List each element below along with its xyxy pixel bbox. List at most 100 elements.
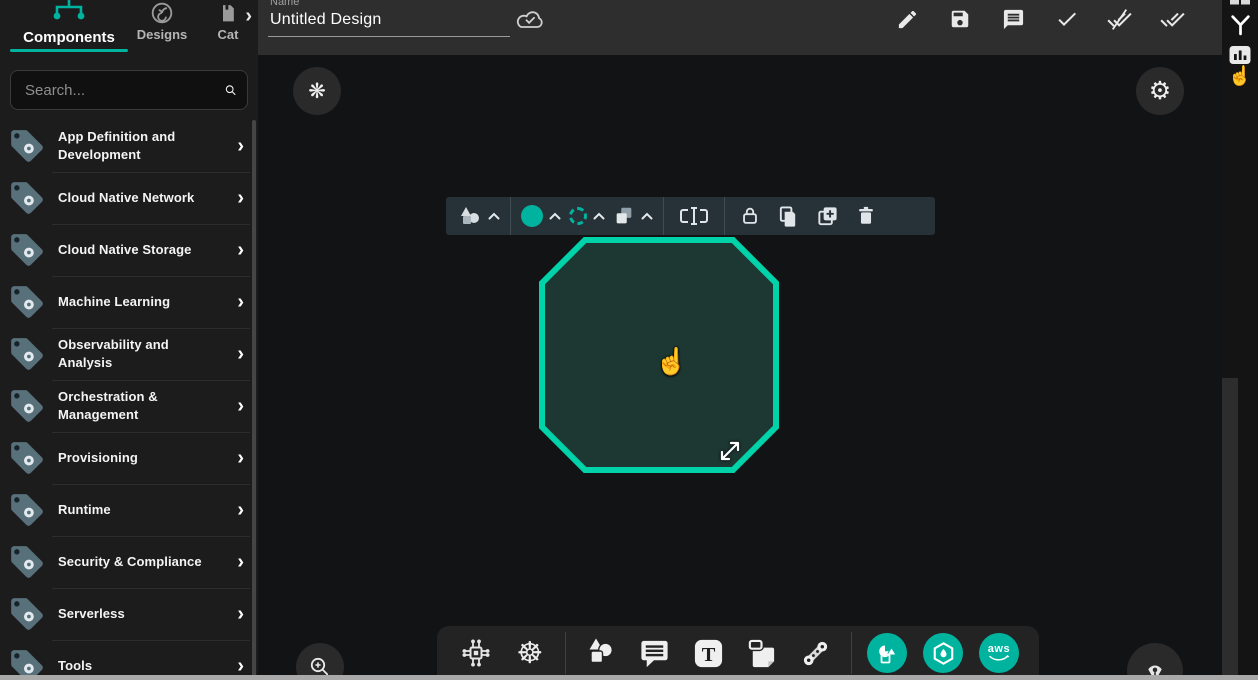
components-icon: [49, 0, 89, 23]
sidebar-category-item[interactable]: Cloud Native Storage ›: [0, 224, 258, 276]
aws-library-button[interactable]: aws: [979, 633, 1019, 673]
components-graph-tool[interactable]: [457, 633, 495, 673]
sidebar-category-item[interactable]: Provisioning ›: [0, 432, 258, 484]
dock-divider: [565, 632, 566, 674]
hexagon-library-button[interactable]: [923, 633, 963, 673]
category-label: Security & Compliance: [58, 553, 225, 571]
touch-interact-icon[interactable]: ☝: [1222, 64, 1258, 88]
hexagon-logo-icon: [931, 641, 956, 666]
category-label: App Definition and Development: [58, 128, 225, 164]
delete-button[interactable]: [851, 205, 881, 227]
merge-y-icon[interactable]: [1222, 13, 1258, 38]
category-label: Runtime: [58, 501, 225, 519]
design-name-input[interactable]: [268, 8, 510, 37]
sidebar-category-item[interactable]: Tools ›: [0, 640, 258, 680]
right-rail: ☝: [1222, 0, 1258, 680]
canvas[interactable]: ❋ ⚙: [258, 55, 1222, 680]
search-icon: [224, 79, 237, 101]
chevron-up-icon: [488, 212, 500, 220]
svg-text:T: T: [701, 643, 715, 665]
kubernetes-wheel-icon: ☸: [516, 636, 543, 671]
category-label: Serverless: [58, 605, 225, 623]
sidebar-category-item[interactable]: Cloud Native Network ›: [0, 172, 258, 224]
resize-handle-arrow-icon[interactable]: [717, 438, 743, 464]
link-tool[interactable]: [797, 633, 835, 673]
sidebar-category-item[interactable]: Machine Learning ›: [0, 276, 258, 328]
add-layer-icon: [816, 205, 839, 228]
design-canvas-screen: Components Designs Cat ›: [0, 0, 1258, 680]
text-tool[interactable]: T: [689, 633, 727, 673]
chevron-right-icon: ›: [237, 448, 246, 468]
shapes-icon: [583, 636, 617, 670]
tab-designs[interactable]: Designs: [132, 0, 192, 50]
trash-icon: [855, 205, 877, 227]
save-icon[interactable]: [947, 6, 973, 32]
name-field-label: Name: [270, 0, 299, 8]
topbar-actions: [894, 4, 1186, 34]
sidebar-category-item[interactable]: Runtime ›: [0, 484, 258, 536]
sidebar-category-item[interactable]: Orchestration & Management ›: [0, 380, 258, 432]
category-label: Observability and Analysis: [58, 336, 225, 372]
rename-ibeam-icon: [678, 206, 710, 226]
aws-logo-text: aws: [988, 644, 1010, 655]
sidebar-scrollbar[interactable]: [252, 120, 256, 680]
undeploy-crossed-check-icon[interactable]: [1107, 6, 1133, 32]
lock-button[interactable]: [735, 205, 765, 227]
clipped-panel-icon[interactable]: [1222, 0, 1258, 6]
shapes-library-icon: [875, 641, 899, 665]
copy-icon: [777, 205, 800, 228]
chevron-right-icon: ›: [237, 240, 246, 260]
comment-tool[interactable]: [635, 633, 673, 673]
duplicate-add-button[interactable]: [812, 205, 843, 228]
category-tag-icon: [8, 231, 46, 269]
category-tag-icon: [8, 283, 46, 321]
shapes-tool[interactable]: [581, 633, 619, 673]
copy-button[interactable]: [773, 205, 804, 228]
chevron-right-icon: ›: [237, 292, 246, 312]
tab-designs-label: Designs: [132, 27, 192, 42]
category-tag-icon: [8, 491, 46, 529]
fill-color-button[interactable]: [521, 205, 561, 227]
chevron-right-icon: ›: [237, 500, 246, 520]
stroke-style-button[interactable]: [569, 207, 605, 225]
chevron-up-icon: [549, 212, 561, 220]
validate-check-icon[interactable]: [1054, 6, 1080, 32]
category-label: Machine Learning: [58, 293, 225, 311]
shape-picker-button[interactable]: [458, 206, 500, 226]
horizontal-scrollbar[interactable]: [0, 675, 1258, 680]
layers-icon: [613, 205, 635, 227]
category-label: Cloud Native Network: [58, 189, 225, 207]
rename-label-button[interactable]: [674, 206, 714, 226]
fill-color-swatch: [521, 205, 543, 227]
sidebar: Components Designs Cat ›: [0, 0, 258, 680]
search-input[interactable]: [25, 82, 224, 99]
chart-panel-icon[interactable]: [1222, 44, 1258, 66]
toolbar-divider: [724, 197, 725, 235]
dock-divider: [851, 632, 852, 674]
chevron-right-icon: ›: [237, 396, 246, 416]
category-list: App Definition and Development › Cloud N…: [0, 120, 258, 680]
sidebar-category-item[interactable]: Serverless ›: [0, 588, 258, 640]
tab-catalog[interactable]: Cat: [206, 0, 250, 50]
layers-button[interactable]: [613, 205, 653, 227]
shapes-library-button[interactable]: [867, 633, 907, 673]
designs-icon: [149, 0, 175, 26]
tab-components[interactable]: Components: [8, 0, 130, 55]
tabs-scroll-chevron-icon[interactable]: ›: [245, 6, 252, 26]
deploy-double-check-icon[interactable]: [1160, 6, 1186, 32]
category-label: Cloud Native Storage: [58, 241, 225, 259]
chevron-up-icon: [593, 212, 605, 220]
comment-icon[interactable]: [1000, 6, 1026, 32]
rail-scrollbar-thumb[interactable]: [1222, 378, 1238, 680]
hand-cursor-icon: ☝: [655, 346, 687, 377]
canvas-settings-button[interactable]: ⚙: [1136, 67, 1184, 115]
note-tool[interactable]: [743, 633, 781, 673]
sidebar-category-item[interactable]: Observability and Analysis ›: [0, 328, 258, 380]
sidebar-category-item[interactable]: Security & Compliance ›: [0, 536, 258, 588]
sidebar-category-item[interactable]: App Definition and Development ›: [0, 120, 258, 172]
kubernetes-tool[interactable]: ☸: [511, 633, 549, 673]
chevron-right-icon: ›: [237, 604, 246, 624]
edit-pencil-icon[interactable]: [894, 6, 920, 32]
flower-widgets-button[interactable]: ❋: [293, 67, 341, 115]
category-label: Orchestration & Management: [58, 388, 225, 424]
